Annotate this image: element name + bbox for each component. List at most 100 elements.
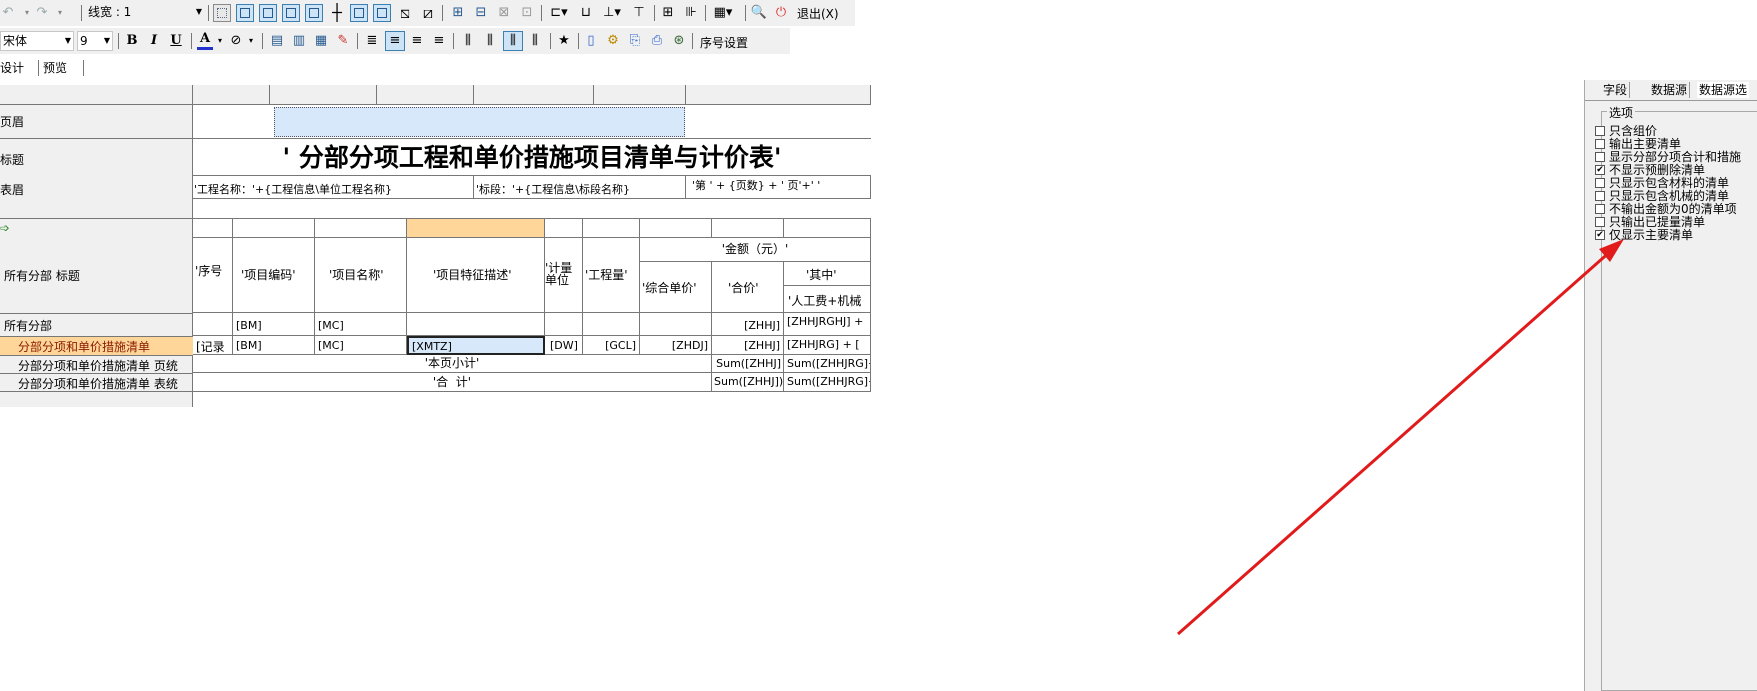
header-amount[interactable]: '金额（元）'	[640, 238, 871, 262]
detail-seq[interactable]: [记录	[193, 336, 233, 355]
header-labor[interactable]: '人工费+机械	[784, 286, 871, 313]
all-parts-labor[interactable]: [ZHHJRGHJ] +	[784, 313, 871, 336]
valign-middle-icon[interactable]: ⫼	[481, 32, 499, 50]
border-cross-icon[interactable]: ┼	[328, 4, 346, 22]
fill-color-icon[interactable]: ⊘	[228, 32, 244, 50]
detail-unit[interactable]: [DW]	[545, 336, 583, 355]
valign-center-icon[interactable]: ⫼	[503, 31, 523, 51]
format-cell-icon[interactable]: ▤	[268, 32, 286, 50]
align-cells-icon[interactable]: ⊥▾	[600, 4, 624, 22]
align-right-icon[interactable]: ≡	[430, 32, 448, 50]
detail-unit-price[interactable]: [ZHDJ]	[640, 336, 712, 355]
insert-row-icon[interactable]: ⊞	[449, 4, 467, 22]
delete-col-icon[interactable]: ⊡	[518, 4, 536, 22]
bold-button[interactable]: B	[124, 32, 140, 50]
panel-tab-datasource-options[interactable]: 数据源选	[1697, 82, 1750, 98]
grand-total-total[interactable]: Sum([ZHHJ])	[712, 373, 784, 392]
detail-qty[interactable]: [GCL]	[583, 336, 640, 355]
export-icon[interactable]: ⎘	[626, 32, 644, 50]
font-color-dropdown-icon[interactable]: ▾	[215, 32, 225, 50]
table-layout-icon[interactable]: ⊞	[659, 4, 677, 22]
checkbox-unchecked-icon[interactable]	[1595, 139, 1605, 149]
tab-design[interactable]: 设计	[0, 57, 24, 79]
border-top-bottom-icon[interactable]	[282, 4, 300, 22]
diagonal-up-icon[interactable]: ⧄	[419, 4, 437, 22]
panel-tab-fields[interactable]: 字段	[1601, 82, 1631, 98]
report-icon[interactable]: ▯	[582, 32, 600, 50]
grand-total-labor[interactable]: Sum([ZHHJRG]+	[784, 373, 871, 392]
font-name-select[interactable]: 宋体 ▼	[0, 31, 74, 51]
justify-icon[interactable]: ≣	[363, 32, 381, 50]
detail-name[interactable]: [MC]	[315, 336, 407, 355]
settings-gears-icon[interactable]: ⚙	[604, 32, 622, 50]
border-all-icon[interactable]	[236, 4, 254, 22]
distribute-icon[interactable]: ⊤	[630, 4, 648, 22]
star-icon[interactable]: ★	[555, 32, 573, 50]
detail-labor[interactable]: [ZHHJRG] + [	[784, 336, 871, 355]
checkbox-unchecked-icon[interactable]	[1595, 204, 1605, 214]
header-desc[interactable]: '项目特征描述'	[407, 238, 545, 313]
checkbox-unchecked-icon[interactable]	[1595, 191, 1605, 201]
checkbox-unchecked-icon[interactable]	[1595, 126, 1605, 136]
data-icon[interactable]: ⊛	[670, 32, 688, 50]
tab-preview[interactable]: 预览	[43, 57, 67, 79]
underline-button[interactable]: U	[168, 32, 184, 50]
align-left-icon[interactable]: ≡	[385, 31, 405, 51]
checkbox-unchecked-icon[interactable]	[1595, 217, 1605, 227]
table-menu-icon[interactable]: ▦▾	[710, 4, 736, 22]
border-inner-icon[interactable]	[259, 4, 277, 22]
border-none-icon[interactable]	[213, 4, 231, 22]
table-columns-icon[interactable]: ⊪	[682, 4, 700, 22]
panel-tab-datasource[interactable]: 数据源	[1649, 82, 1691, 98]
checkbox-unchecked-icon[interactable]	[1595, 152, 1605, 162]
header-qty[interactable]: '工程量'	[583, 238, 640, 313]
split-cells-icon[interactable]: ⊔	[576, 4, 596, 22]
page-header-selection[interactable]	[274, 107, 685, 137]
border-grid-icon[interactable]	[373, 4, 391, 22]
format-text-icon[interactable]: ▥	[290, 32, 308, 50]
exit-button[interactable]: 退出(X)	[797, 5, 839, 22]
merge-cells-icon[interactable]: ⊏▾	[547, 4, 571, 22]
format-border-icon[interactable]: ▦	[312, 32, 330, 50]
italic-button[interactable]: I	[146, 32, 162, 50]
header-code[interactable]: '项目编码'	[233, 238, 315, 313]
header-unit[interactable]: '计量 单位	[545, 238, 583, 313]
header-unit-price[interactable]: '综合单价'	[640, 262, 712, 313]
all-parts-name[interactable]: [MC]	[315, 313, 407, 336]
diagonal-down-icon[interactable]: ⧅	[396, 4, 414, 22]
checkbox-checked-icon[interactable]: ✔	[1595, 165, 1605, 175]
grand-total-label[interactable]: '合 计'	[193, 373, 712, 392]
page-setup-icon[interactable]: ⎙	[648, 32, 666, 50]
page-number-cell[interactable]: '第 ' + {页数} + ' 页'+' '	[686, 176, 871, 199]
header-total[interactable]: '合价'	[712, 262, 784, 313]
page-subtotal-total[interactable]: Sum([ZHHJ]	[712, 355, 784, 373]
all-parts-total[interactable]: [ZHHJ]	[712, 313, 784, 336]
print-preview-icon[interactable]: 🔍	[750, 4, 768, 22]
header-among[interactable]: '其中'	[784, 262, 871, 286]
checkbox-unchecked-icon[interactable]	[1595, 178, 1605, 188]
serial-setting-button[interactable]: 序号设置	[700, 34, 748, 51]
report-title[interactable]: ' 分部分项工程和单价措施项目清单与计价表'	[193, 139, 871, 176]
selected-column-header[interactable]	[407, 219, 545, 238]
fill-color-dropdown-icon[interactable]: ▾	[246, 32, 256, 50]
project-name-cell[interactable]: '工程名称：'+{工程信息\单位工程名称}	[193, 176, 474, 199]
valign-top-icon[interactable]: ⫼	[459, 32, 477, 50]
font-color-button[interactable]: A	[197, 32, 213, 50]
header-seq[interactable]: '序号	[193, 238, 233, 313]
valign-bottom-icon[interactable]: ⫼	[526, 32, 544, 50]
detail-desc-selected[interactable]: [XMTZ]	[407, 336, 545, 355]
option-item[interactable]: ✔ 仅显示主要清单	[1595, 229, 1693, 242]
detail-code[interactable]: [BM]	[233, 336, 315, 355]
header-name[interactable]: '项目名称'	[315, 238, 407, 313]
detail-total[interactable]: [ZHHJ]	[712, 336, 784, 355]
all-parts-code[interactable]: [BM]	[233, 313, 315, 336]
page-subtotal-label[interactable]: '本页小计'	[193, 355, 712, 373]
section-name-cell[interactable]: '标段：'+{工程信息\标段名称}	[474, 176, 686, 199]
align-center-icon[interactable]: ≡	[408, 32, 426, 50]
checkbox-checked-icon[interactable]: ✔	[1595, 230, 1605, 240]
border-outer-icon[interactable]	[305, 4, 323, 22]
border-box-icon[interactable]	[350, 4, 368, 22]
line-width-select[interactable]: 线宽 : 1 ▼	[86, 3, 204, 23]
exit-icon[interactable]: ⏻	[772, 4, 790, 22]
insert-col-icon[interactable]: ⊟	[472, 4, 490, 22]
